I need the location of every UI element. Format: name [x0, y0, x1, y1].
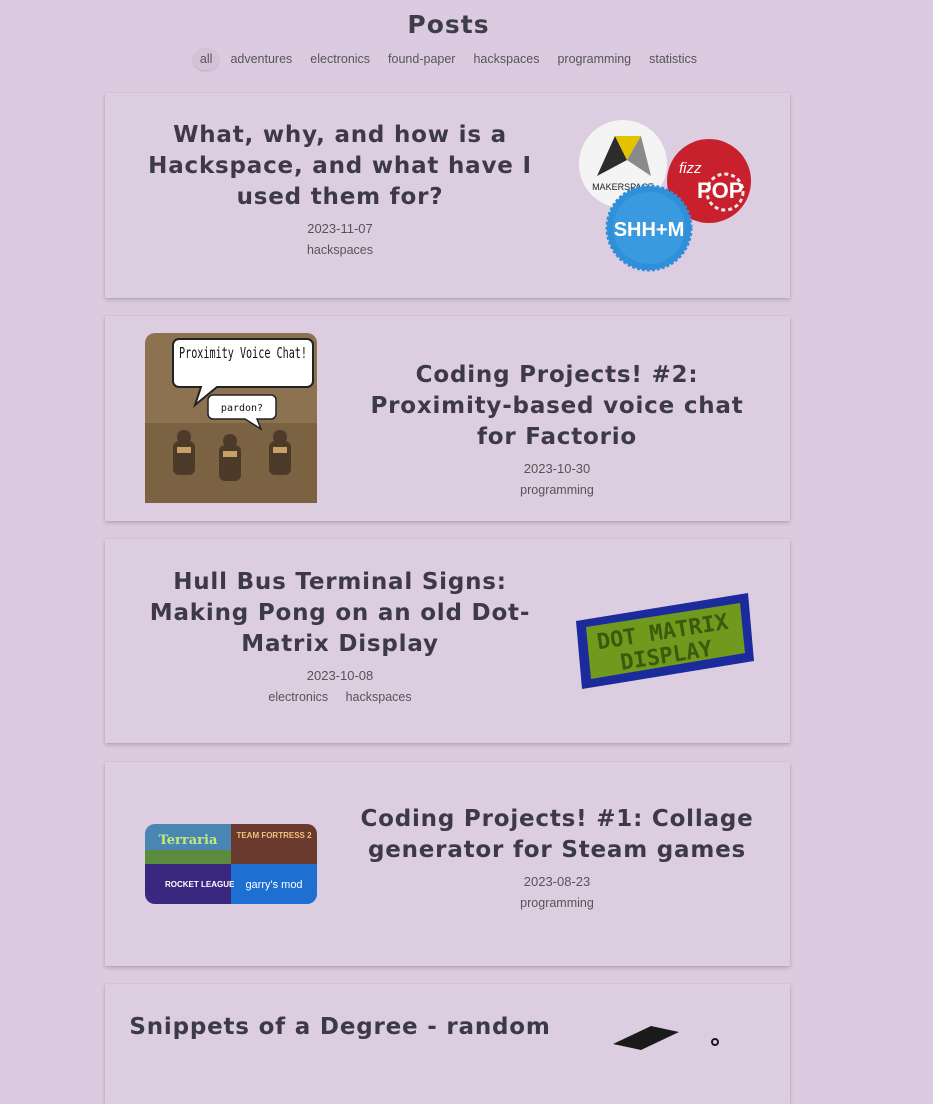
post-card[interactable]: Terraria TEAM FORTRESS 2 ROCKET LEAGUE g…	[105, 762, 790, 966]
filter-electronics[interactable]: electronics	[303, 48, 377, 70]
post-card[interactable]: Hull Bus Terminal Signs: Making Pong on …	[105, 539, 790, 743]
filter-adventures[interactable]: adventures	[223, 48, 299, 70]
post-tag[interactable]: hackspaces	[307, 243, 373, 257]
post-title[interactable]: Hull Bus Terminal Signs: Making Pong on …	[125, 567, 555, 660]
fizz-text: fizz	[679, 160, 702, 177]
post-date: 2023-11-07	[307, 221, 373, 236]
filter-programming[interactable]: programming	[550, 48, 638, 70]
graduation-cap-thumbnail[interactable]	[605, 1022, 735, 1052]
game-tf2: TEAM FORTRESS 2	[236, 831, 312, 840]
filter-all[interactable]: all	[192, 48, 220, 70]
steam-collage-thumbnail[interactable]: Terraria TEAM FORTRESS 2 ROCKET LEAGUE g…	[145, 824, 317, 904]
bubble-line: Proximity Voice Chat!	[179, 344, 307, 362]
post-card[interactable]: Proximity Voice Chat! pardon? Coding Pro…	[105, 316, 790, 521]
post-tag[interactable]: hackspaces	[346, 690, 412, 704]
post-title[interactable]: Snippets of a Degree - random	[125, 1012, 555, 1043]
pop-text: POP	[697, 178, 743, 203]
post-card[interactable]: What, why, and how is a Hackspace, and w…	[105, 93, 790, 298]
factorio-voice-chat-thumbnail[interactable]: Proximity Voice Chat! pardon?	[145, 333, 317, 503]
post-tag[interactable]: electronics	[268, 690, 328, 704]
post-tag[interactable]: programming	[520, 896, 594, 910]
filter-bar: all adventures electronics found-paper h…	[0, 48, 897, 70]
page-title: Posts	[407, 10, 490, 39]
filter-statistics[interactable]: statistics	[642, 48, 704, 70]
bubble-pardon: pardon?	[221, 403, 263, 414]
hackspace-logos-thumbnail[interactable]: MAKERSPACE fizz POP SHH+M	[575, 118, 755, 273]
shhm-text: SHH+M	[614, 219, 685, 241]
post-title[interactable]: What, why, and how is a Hackspace, and w…	[125, 120, 555, 213]
filter-found-paper[interactable]: found-paper	[381, 48, 462, 70]
filter-hackspaces[interactable]: hackspaces	[466, 48, 546, 70]
game-rocket-league: ROCKET LEAGUE	[165, 880, 235, 889]
post-date: 2023-10-08	[306, 668, 374, 683]
post-card[interactable]: Snippets of a Degree - random	[105, 984, 790, 1104]
post-date: 2023-10-30	[523, 461, 591, 476]
post-title[interactable]: Coding Projects! #1: Collage generator f…	[357, 804, 757, 866]
post-date: 2023-08-23	[523, 874, 591, 889]
post-title[interactable]: Coding Projects! #2: Proximity-based voi…	[357, 360, 757, 453]
game-garrys-mod: garry's mod	[245, 879, 302, 891]
post-tag[interactable]: programming	[520, 483, 594, 497]
game-terraria: Terraria	[159, 833, 218, 848]
dot-matrix-display-thumbnail[interactable]: DOT MATRIX DISPLAY	[572, 591, 757, 693]
